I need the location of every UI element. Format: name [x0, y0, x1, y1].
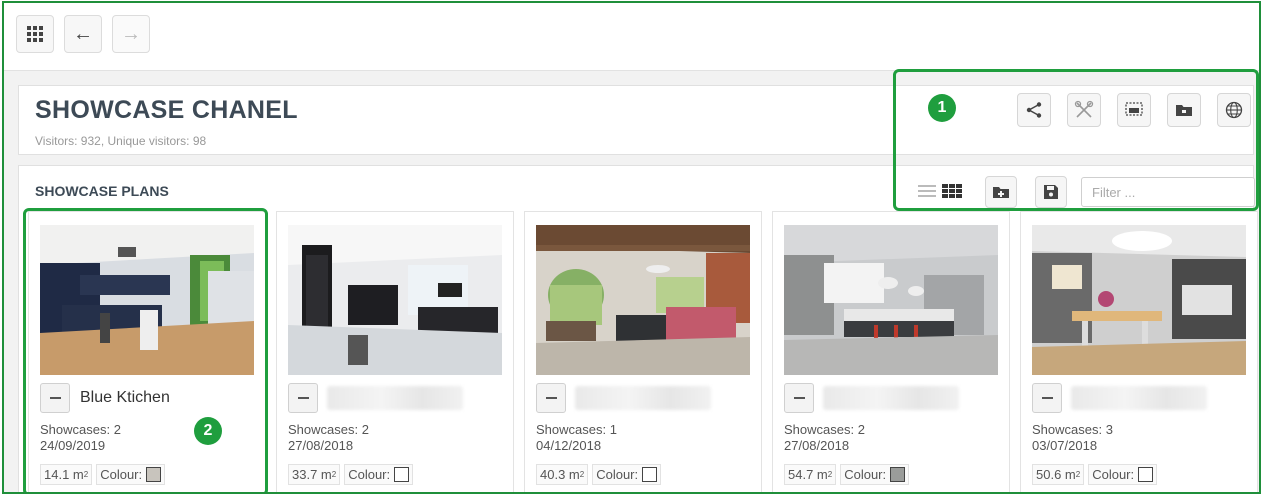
minus-icon	[297, 397, 309, 399]
remove-plan-button[interactable]	[784, 383, 814, 413]
top-navigation-bar: ← →	[4, 3, 1259, 71]
colour-badge: Colour:	[344, 464, 414, 485]
plan-date: 04/12/2018	[536, 438, 602, 453]
card-highlight-box	[23, 208, 268, 492]
area-badge: 54.7 m2	[784, 464, 837, 485]
colour-swatch	[642, 467, 658, 482]
colour-swatch	[394, 467, 410, 482]
plan-thumbnail[interactable]	[536, 225, 750, 375]
app-frame: ← → SHOWCASE CHANEL Visitors: 932, Uniqu…	[2, 1, 1261, 494]
apps-menu-button[interactable]	[16, 15, 54, 53]
plan-name-redacted	[327, 386, 463, 410]
remove-plan-button[interactable]	[1032, 383, 1062, 413]
apps-grid-icon	[27, 26, 43, 42]
plan-name-redacted	[575, 386, 711, 410]
plan-date: 03/07/2018	[1032, 438, 1098, 453]
plan-meta: Showcases: 2 27/08/2018	[288, 422, 369, 454]
minus-icon	[793, 397, 805, 399]
plan-name-redacted	[823, 386, 959, 410]
plans-section-title: SHOWCASE PLANS	[35, 183, 169, 199]
showcase-count: Showcases: 2	[288, 422, 369, 437]
showcase-count: Showcases: 3	[1032, 422, 1113, 437]
plan-card[interactable]: Showcases: 1 04/12/2018 40.3 m2 Colour:	[524, 211, 762, 492]
colour-swatch	[1138, 467, 1154, 482]
plan-date: 27/08/2018	[288, 438, 354, 453]
remove-plan-button[interactable]	[536, 383, 566, 413]
plan-footer: 50.6 m2 Colour:	[1032, 464, 1158, 485]
plan-name-redacted	[1071, 386, 1207, 410]
page-title: SHOWCASE CHANEL	[35, 96, 298, 124]
forward-button[interactable]: →	[112, 15, 150, 53]
plan-date: 27/08/2018	[784, 438, 850, 453]
plan-footer: 40.3 m2 Colour:	[536, 464, 662, 485]
annotation-marker-2: 2	[194, 417, 222, 445]
back-button[interactable]: ←	[64, 15, 102, 53]
colour-badge: Colour:	[840, 464, 910, 485]
area-badge: 40.3 m2	[536, 464, 589, 485]
plan-card[interactable]: Showcases: 2 27/08/2018 54.7 m2 Colour:	[772, 211, 1010, 492]
minus-icon	[545, 397, 557, 399]
plan-thumbnail[interactable]	[288, 225, 502, 375]
showcase-count: Showcases: 1	[536, 422, 617, 437]
showcase-count: Showcases: 2	[784, 422, 865, 437]
plan-footer: 33.7 m2 Colour:	[288, 464, 414, 485]
plan-thumbnail[interactable]	[784, 225, 998, 375]
colour-badge: Colour:	[592, 464, 662, 485]
plan-footer: 54.7 m2 Colour:	[784, 464, 910, 485]
plan-meta: Showcases: 1 04/12/2018	[536, 422, 617, 454]
colour-badge: Colour:	[1088, 464, 1158, 485]
colour-swatch	[890, 467, 906, 482]
plan-card[interactable]: Showcases: 2 27/08/2018 33.7 m2 Colour:	[276, 211, 514, 492]
area-badge: 50.6 m2	[1032, 464, 1085, 485]
area-badge: 33.7 m2	[288, 464, 341, 485]
annotation-marker-1: 1	[928, 94, 956, 122]
back-arrow-icon: ←	[73, 22, 93, 45]
minus-icon	[1041, 397, 1053, 399]
plan-thumbnail[interactable]	[1032, 225, 1246, 375]
visitor-stats: Visitors: 932, Unique visitors: 98	[35, 134, 207, 148]
plan-card[interactable]: Showcases: 3 03/07/2018 50.6 m2 Colour:	[1020, 211, 1258, 492]
plan-meta: Showcases: 2 27/08/2018	[784, 422, 865, 454]
forward-arrow-icon: →	[121, 22, 141, 45]
plan-meta: Showcases: 3 03/07/2018	[1032, 422, 1113, 454]
toolbar-highlight-box	[893, 69, 1259, 211]
remove-plan-button[interactable]	[288, 383, 318, 413]
